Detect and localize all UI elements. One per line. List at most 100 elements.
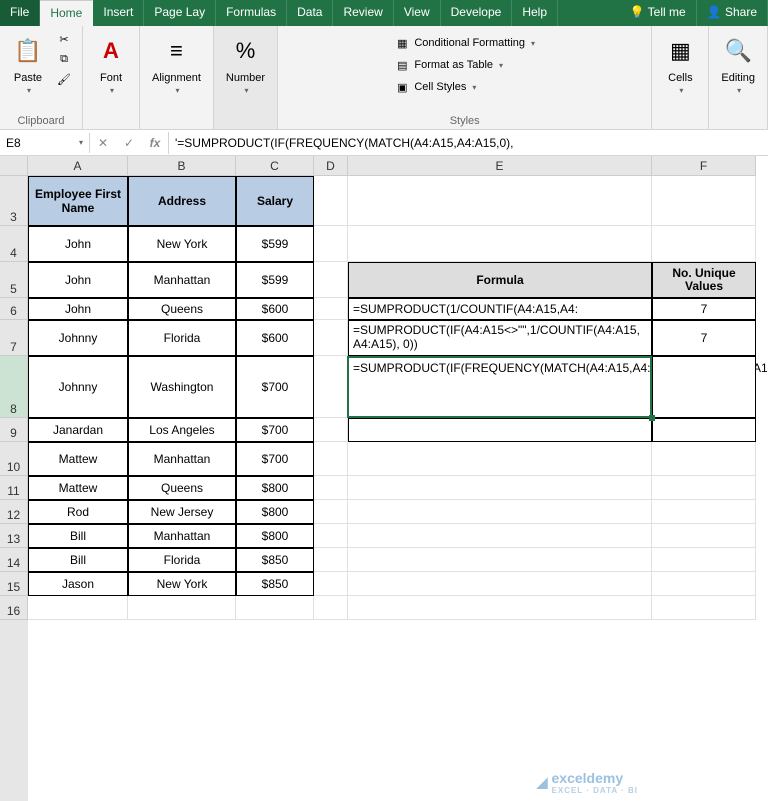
cell[interactable] — [314, 500, 348, 524]
cell[interactable]: Mattew — [28, 476, 128, 500]
cell[interactable] — [652, 176, 756, 226]
cell[interactable]: $600 — [236, 298, 314, 320]
cell[interactable] — [314, 320, 348, 356]
cell-styles-button[interactable]: ▣Cell Styles▾ — [392, 78, 478, 96]
tab-file[interactable]: File — [0, 0, 40, 26]
cells-button[interactable]: ▦Cells▾ — [660, 30, 700, 97]
row-header[interactable]: 4 — [0, 226, 28, 262]
tab-view[interactable]: View — [394, 0, 441, 26]
format-as-table-button[interactable]: ▤Format as Table▾ — [392, 56, 505, 74]
cell-active[interactable]: =SUMPRODUCT(IF(FREQUENCY(MATCH(A4:A15,A4… — [348, 356, 652, 418]
row-header[interactable]: 10 — [0, 442, 28, 476]
cell[interactable]: Florida — [128, 320, 236, 356]
cell[interactable] — [652, 500, 756, 524]
paste-button[interactable]: 📋 Paste▾ — [8, 30, 48, 97]
cell[interactable]: Salary — [236, 176, 314, 226]
cell[interactable]: John — [28, 298, 128, 320]
cell[interactable]: Bill — [28, 548, 128, 572]
row-header[interactable]: 13 — [0, 524, 28, 548]
cell[interactable] — [314, 418, 348, 442]
cell[interactable] — [652, 548, 756, 572]
cell[interactable] — [652, 442, 756, 476]
cell[interactable]: New Jersey — [128, 500, 236, 524]
cell[interactable]: $599 — [236, 226, 314, 262]
col-header-b[interactable]: B — [128, 156, 236, 176]
cell[interactable]: $850 — [236, 572, 314, 596]
cell[interactable] — [348, 524, 652, 548]
cell[interactable] — [652, 356, 756, 418]
cell[interactable]: New York — [128, 226, 236, 262]
fx-button[interactable]: fx — [142, 132, 168, 154]
number-button[interactable]: %Number▾ — [222, 30, 269, 97]
enter-formula-button[interactable]: ✓ — [116, 132, 142, 154]
cell[interactable]: Washington — [128, 356, 236, 418]
cell[interactable]: Rod — [28, 500, 128, 524]
cell[interactable] — [314, 442, 348, 476]
cell[interactable] — [348, 572, 652, 596]
cell[interactable]: Mattew — [28, 442, 128, 476]
alignment-button[interactable]: ≡Alignment▾ — [148, 30, 205, 97]
cell[interactable] — [314, 176, 348, 226]
cell[interactable]: $800 — [236, 524, 314, 548]
cell[interactable] — [314, 356, 348, 418]
cell[interactable]: John — [28, 262, 128, 298]
cell[interactable] — [652, 418, 756, 442]
cell[interactable]: No. Unique Values — [652, 262, 756, 298]
formula-input[interactable]: '=SUMPRODUCT(IF(FREQUENCY(MATCH(A4:A15,A… — [169, 133, 768, 153]
name-box[interactable]: E8▾ — [0, 133, 90, 153]
cell[interactable] — [348, 476, 652, 500]
tab-home[interactable]: Home — [40, 0, 93, 26]
cell[interactable] — [314, 524, 348, 548]
cell[interactable]: Manhattan — [128, 442, 236, 476]
cell[interactable] — [348, 442, 652, 476]
tab-data[interactable]: Data — [287, 0, 333, 26]
editing-button[interactable]: 🔍Editing▾ — [717, 30, 759, 97]
conditional-formatting-button[interactable]: ▦Conditional Formatting▾ — [392, 34, 537, 52]
cell[interactable]: =SUMPRODUCT(IF(A4:A15<>"",1/COUNTIF(A4:A… — [348, 320, 652, 356]
cell[interactable]: Jason — [28, 572, 128, 596]
col-header-a[interactable]: A — [28, 156, 128, 176]
row-header[interactable]: 11 — [0, 476, 28, 500]
cell[interactable] — [652, 524, 756, 548]
cell[interactable]: $700 — [236, 418, 314, 442]
cell[interactable] — [348, 500, 652, 524]
cell[interactable] — [652, 476, 756, 500]
row-header[interactable]: 16 — [0, 596, 28, 620]
tab-developer[interactable]: Develope — [441, 0, 513, 26]
cell[interactable] — [348, 418, 652, 442]
row-header[interactable]: 3 — [0, 176, 28, 226]
cell[interactable]: Johnny — [28, 320, 128, 356]
cell[interactable] — [652, 572, 756, 596]
row-header[interactable]: 8 — [0, 356, 28, 418]
tell-me[interactable]: 💡 Tell me — [620, 0, 697, 26]
tab-help[interactable]: Help — [512, 0, 558, 26]
select-all-corner[interactable] — [0, 156, 28, 176]
cell[interactable]: $850 — [236, 548, 314, 572]
cell[interactable]: Manhattan — [128, 262, 236, 298]
cell[interactable] — [652, 596, 756, 620]
col-header-c[interactable]: C — [236, 156, 314, 176]
col-header-e[interactable]: E — [348, 156, 652, 176]
share-button[interactable]: 👤 Share — [697, 0, 768, 26]
cell[interactable]: New York — [128, 572, 236, 596]
col-header-d[interactable]: D — [314, 156, 348, 176]
cell[interactable]: Manhattan — [128, 524, 236, 548]
row-header[interactable]: 6 — [0, 298, 28, 320]
copy-button[interactable]: ⧉ — [54, 50, 74, 68]
cell[interactable] — [128, 596, 236, 620]
cell[interactable]: 7 — [652, 320, 756, 356]
cell[interactable] — [348, 176, 652, 226]
cell[interactable]: Queens — [128, 298, 236, 320]
cell[interactable] — [314, 476, 348, 500]
cut-button[interactable]: ✂ — [54, 30, 74, 48]
row-header[interactable]: 12 — [0, 500, 28, 524]
cell[interactable]: $800 — [236, 500, 314, 524]
cell[interactable]: Queens — [128, 476, 236, 500]
tab-review[interactable]: Review — [333, 0, 393, 26]
cell[interactable] — [314, 572, 348, 596]
cell[interactable]: 7 — [652, 298, 756, 320]
fill-handle[interactable] — [649, 415, 655, 421]
font-button[interactable]: AFont▾ — [91, 30, 131, 97]
col-header-f[interactable]: F — [652, 156, 756, 176]
cell[interactable]: Los Angeles — [128, 418, 236, 442]
